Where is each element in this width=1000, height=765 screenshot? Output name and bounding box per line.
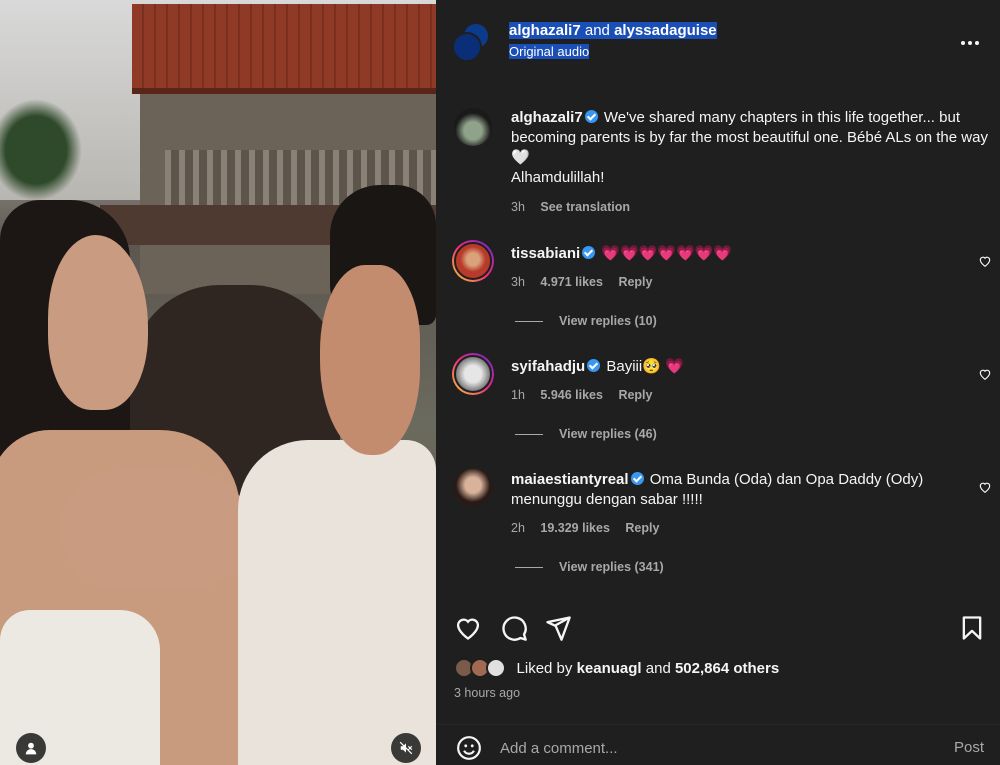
view-replies-button[interactable]: View replies (10) [515,314,657,328]
replies-divider [515,434,543,436]
comment-username[interactable]: syifahadju [511,358,585,375]
avatar[interactable] [452,240,494,282]
audio-link[interactable]: Original audio [509,44,590,59]
post-details-panel: alghazali7 and alyssadaguise Original au… [436,0,1000,765]
verified-badge-icon [587,359,601,372]
man-face [320,265,420,455]
action-bar [436,606,1000,650]
verified-badge-icon [584,110,598,123]
comment-time[interactable]: 1h [511,388,525,402]
reply-button[interactable]: Reply [625,521,659,535]
comment-likes[interactable]: 5.946 likes [540,388,603,402]
verified-badge-icon [630,472,644,485]
verified-badge-icon [582,246,596,259]
woman-face [48,235,148,410]
author-link-2[interactable]: alyssadaguise [614,22,717,39]
post-comment-button[interactable]: Post [954,739,984,756]
author-link-1[interactable]: alghazali7 [509,22,581,39]
comment-text: maiaestiantyreal Oma Bunda (Oda) dan Opa… [511,470,991,510]
muted-speaker-icon [399,741,413,755]
likes-count-link[interactable]: 502,864 others [675,660,779,677]
audio-link-wrap: Original audio [509,44,590,59]
post-header: alghazali7 and alyssadaguise Original au… [436,0,1000,86]
comment-username[interactable]: maiaestiantyreal [511,471,629,488]
caption-time[interactable]: 3h [511,200,525,214]
view-replies-label: View replies (341) [559,560,664,574]
like-comment-heart-icon[interactable] [978,254,992,268]
liked-by-user-link[interactable]: keanuagl [577,660,642,677]
post-timestamp[interactable]: 3 hours ago [454,686,520,700]
comment-body: Bayiii🥺 💗 [606,358,684,375]
woman-arm [60,470,250,590]
avatar[interactable] [452,353,494,395]
like-comment-heart-icon[interactable] [978,367,992,381]
reply-button[interactable]: Reply [618,388,652,402]
collab-avatars[interactable] [452,22,494,64]
likes-summary: Liked by keanuagl and 502,864 others [454,658,779,684]
like-heart-icon[interactable] [454,614,482,642]
and-label: and [584,22,610,39]
comment-bubble-icon[interactable] [500,614,528,642]
comment-time[interactable]: 2h [511,521,525,535]
comment-item: syifahadju Bayiii🥺 💗 1h 5.946 likes Repl… [452,353,992,453]
comment-text: tissabiani 💗💗💗💗💗💗💗 [511,244,991,264]
more-options-button[interactable] [960,30,980,50]
palm-tree [0,90,90,210]
caption: alghazali7 We've shared many chapters in… [452,106,992,216]
avatar [486,658,507,678]
and-text: and [580,22,615,39]
caption-username[interactable]: alghazali7 [511,109,583,126]
bookmark-icon[interactable] [958,614,986,642]
view-replies-button[interactable]: View replies (46) [515,427,657,441]
reply-button[interactable]: Reply [618,275,652,289]
house-roof [132,4,436,94]
mute-button[interactable] [391,733,421,763]
avatar[interactable] [452,106,494,148]
replies-divider [515,567,543,569]
user-icon [25,742,37,755]
view-replies-label: View replies (10) [559,314,657,328]
avatar[interactable] [452,466,494,508]
comment-item: maiaestiantyreal Oma Bunda (Oda) dan Opa… [452,466,992,581]
man-shirt [238,440,436,765]
tagged-users-button[interactable] [16,733,46,763]
comment-meta: 1h 5.946 likes Reply [511,388,664,402]
post-authors: alghazali7 and alyssadaguise [509,22,717,39]
comment-item: tissabiani 💗💗💗💗💗💗💗 3h 4.971 likes Reply … [452,240,992,340]
comment-username[interactable]: tissabiani [511,245,580,262]
comment-input[interactable] [500,735,920,761]
see-translation-link[interactable]: See translation [540,200,630,214]
view-replies-label: View replies (46) [559,427,657,441]
add-comment-bar: Post [436,724,1000,765]
comment-likes[interactable]: 4.971 likes [540,275,603,289]
post-video[interactable] [0,0,436,765]
share-send-icon[interactable] [544,614,572,642]
like-comment-heart-icon[interactable] [978,480,992,494]
caption-body-2: Alhamdulillah! [511,169,605,186]
likes-and: and [645,659,671,677]
view-replies-button[interactable]: View replies (341) [515,560,664,574]
comment-likes[interactable]: 19.329 likes [540,521,610,535]
more-horizontal-icon [961,41,979,45]
avatar [452,32,482,62]
comment-meta: 2h 19.329 likes Reply [511,521,671,535]
replies-divider [515,321,543,323]
likes-prefix: Liked by [516,659,573,677]
caption-text: alghazali7 We've shared many chapters in… [511,108,991,188]
caption-meta: 3h See translation [511,200,642,214]
comment-body: 💗💗💗💗💗💗💗 [601,245,733,262]
comment-meta: 3h 4.971 likes Reply [511,275,664,289]
comment-text: syifahadju Bayiii🥺 💗 [511,357,991,377]
likes-text: Liked by keanuagl and 502,864 others [517,660,780,677]
comment-time[interactable]: 3h [511,275,525,289]
emoji-icon[interactable] [456,735,482,761]
